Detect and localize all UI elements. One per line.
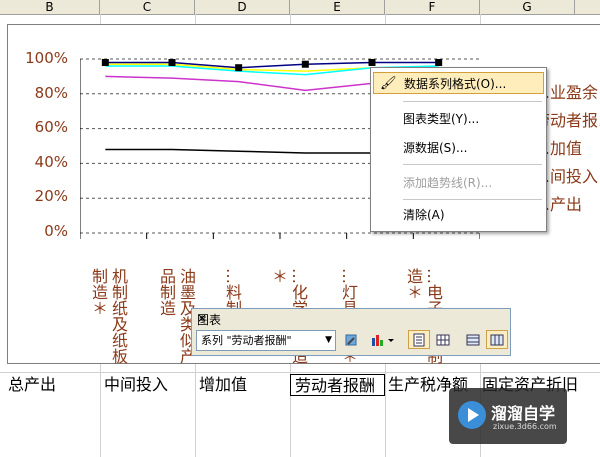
series-point-handle[interactable] (435, 58, 443, 66)
menu-item-chart-type[interactable]: 图表类型(Y)... (373, 108, 544, 130)
series-point-handle[interactable] (101, 58, 109, 66)
chart-type-icon (372, 335, 394, 346)
menu-item-add-trendline: 添加趋势线(R)... (373, 172, 544, 194)
x-category-label: 机制纸及纸板制造＊ (89, 268, 128, 364)
by-row-icon (466, 334, 480, 346)
column-header-e[interactable]: E (290, 0, 385, 14)
format-series-icon: 🖌 (380, 76, 397, 91)
sheet-cell[interactable]: 总产出 (8, 374, 98, 396)
series-point-handle[interactable] (368, 58, 376, 66)
sheet-cell[interactable]: 中间投入 (104, 374, 194, 396)
watermark-url: zixue.3d66.com (493, 422, 557, 431)
chart-toolbar: 图表 × 系列 "劳动者报酬" ▼ (191, 308, 511, 356)
watermark-logo: 溜溜自学 zixue.3d66.com (449, 388, 567, 444)
menu-item-format-series[interactable]: 🖌 数据系列格式(O)... (373, 72, 544, 94)
menu-item-label: 源数据(S)... (403, 141, 468, 155)
y-tick-label: 60% (34, 118, 68, 136)
chart-object-value: 系列 "劳动者报酬" (201, 334, 292, 347)
menu-separator (403, 199, 542, 200)
column-header-bar: B C D E F G (0, 0, 600, 15)
menu-item-label: 数据系列格式(O)... (404, 77, 507, 91)
column-header-c[interactable]: C (100, 0, 195, 14)
toolbar-titlebar[interactable]: 图表 × (192, 309, 510, 327)
column-header-g[interactable]: G (480, 0, 575, 14)
table-icon (436, 334, 450, 346)
y-tick-label: 20% (34, 187, 68, 205)
legend-icon (413, 333, 425, 347)
chart-type-button[interactable] (368, 330, 398, 349)
play-logo-icon (458, 401, 486, 429)
y-tick-label: 100% (25, 49, 68, 67)
by-row-button[interactable] (462, 330, 484, 349)
series-point-handle[interactable] (168, 58, 176, 66)
y-tick-label: 80% (34, 84, 68, 102)
data-table-button[interactable] (432, 330, 454, 349)
watermark-brand: 溜溜自学 (491, 404, 556, 423)
by-column-button[interactable] (486, 330, 508, 349)
series-point-handle[interactable] (235, 64, 243, 72)
menu-item-clear[interactable]: 清除(A) (373, 204, 544, 226)
format-object-button[interactable] (340, 330, 362, 349)
menu-item-source-data[interactable]: 源数据(S)... (373, 137, 544, 159)
sheet-cell[interactable]: 增加值 (199, 374, 289, 396)
y-tick-label: 0% (44, 222, 68, 240)
menu-item-label: 添加趋势线(R)... (403, 176, 493, 190)
y-tick-label: 40% (34, 153, 68, 171)
chart-context-menu: 🖌 数据系列格式(O)... 图表类型(Y)... 源数据(S)... 添加趋势… (370, 67, 547, 232)
menu-item-label: 图表类型(Y)... (403, 112, 480, 126)
close-icon[interactable]: × (197, 311, 504, 325)
by-column-icon (490, 334, 504, 346)
column-header-b[interactable]: B (0, 0, 100, 14)
menu-separator (403, 164, 542, 165)
column-header-f[interactable]: F (385, 0, 480, 14)
series-point-handle[interactable] (301, 60, 309, 68)
legend-toggle-button[interactable] (408, 330, 430, 349)
menu-separator (403, 101, 542, 102)
grid-line (0, 372, 600, 373)
chart-object-select[interactable]: 系列 "劳动者报酬" ▼ (196, 330, 336, 351)
active-cell[interactable]: 劳动者报酬 (290, 374, 385, 396)
menu-item-label: 清除(A) (403, 208, 445, 222)
chevron-down-icon: ▼ (325, 335, 332, 345)
format-series-icon (345, 334, 357, 346)
column-header-d[interactable]: D (195, 0, 290, 14)
